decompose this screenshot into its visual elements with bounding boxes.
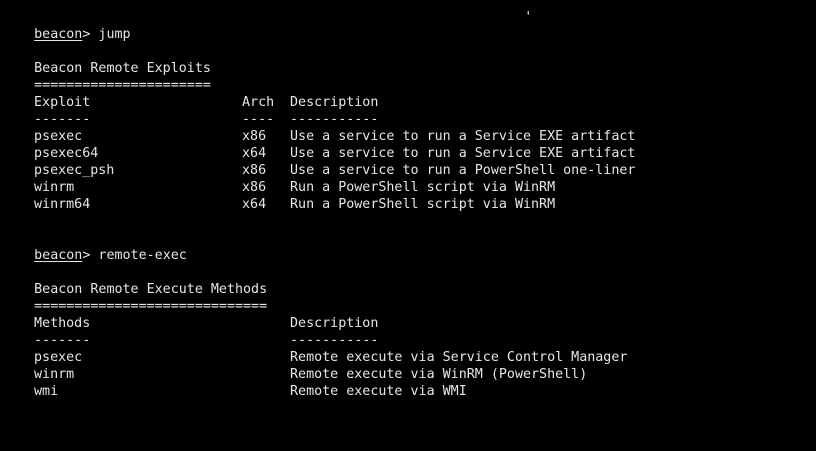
exploit-arch: x86 <box>242 129 267 144</box>
method-name: winrm <box>34 367 75 382</box>
rule-methods: ------- <box>34 333 91 348</box>
method-description: Remote execute via WinRM (PowerShell) <box>290 367 588 382</box>
table-row: winrm64 x64 Run a PowerShell script via … <box>2 196 814 213</box>
method-name: psexec <box>34 350 83 365</box>
method-description: Remote execute via Service Control Manag… <box>290 350 628 365</box>
exploit-description: Use a service to run a Service EXE artif… <box>290 129 636 144</box>
rule-description: ----------- <box>290 112 379 127</box>
section-title-exploits: Beacon Remote Exploits <box>2 43 814 76</box>
exploit-arch: x64 <box>242 146 267 161</box>
exploit-description: Run a PowerShell script via WinRM <box>290 197 556 212</box>
rule-description: ----------- <box>290 333 379 348</box>
section-title-methods: Beacon Remote Execute Methods <box>2 264 814 297</box>
method-name: wmi <box>34 384 59 399</box>
header-exploit: Exploit <box>34 95 91 110</box>
header-arch: Arch <box>242 95 275 110</box>
command-line-remote-exec: beacon> remote-exec <box>2 230 814 263</box>
table-row: wmi Remote execute via WMI <box>2 383 814 400</box>
table-row: psexec_psh x86 Use a service to run a Po… <box>2 162 814 179</box>
terminal-output[interactable]: ' beacon> jump Beacon Remote Exploits ==… <box>2 0 814 400</box>
exploit-name: psexec_psh <box>34 163 115 178</box>
table-row: psexec x86 Use a service to run a Servic… <box>2 128 814 145</box>
header-methods: Methods <box>34 316 91 331</box>
header-description: Description <box>290 316 379 331</box>
table-header-methods: Methods Description <box>2 315 814 332</box>
clipped-previous-line: ' <box>2 0 814 25</box>
exploit-name: psexec64 <box>34 146 99 161</box>
table-header-exploits: Exploit Arch Description <box>2 94 814 111</box>
exploit-name: winrm64 <box>34 197 91 212</box>
table-header-rule-exploits: ------- ---- ----------- <box>2 111 814 128</box>
exploit-name: psexec <box>34 129 83 144</box>
exploit-arch: x86 <box>242 180 267 195</box>
table-header-rule-methods: ------- ----------- <box>2 332 814 349</box>
section-rule-methods: ============================= <box>2 281 814 314</box>
table-row: winrm x86 Run a PowerShell script via Wi… <box>2 179 814 196</box>
exploit-arch: x64 <box>242 197 267 212</box>
rule-exploit: ------- <box>34 112 91 127</box>
exploit-description: Use a service to run a PowerShell one-li… <box>290 163 636 178</box>
table-row: psexec64 x64 Use a service to run a Serv… <box>2 145 814 162</box>
table-row: psexec Remote execute via Service Contro… <box>2 349 814 366</box>
exploit-name: winrm <box>34 180 75 195</box>
header-description: Description <box>290 95 379 110</box>
table-row: winrm Remote execute via WinRM (PowerShe… <box>2 366 814 383</box>
command-line-jump: beacon> jump <box>2 9 814 42</box>
exploit-description: Use a service to run a Service EXE artif… <box>290 146 636 161</box>
exploit-arch: x86 <box>242 163 267 178</box>
section-rule-exploits: ====================== <box>2 60 814 93</box>
method-description: Remote execute via WMI <box>290 384 467 399</box>
exploit-description: Run a PowerShell script via WinRM <box>290 180 556 195</box>
rule-arch: ---- <box>242 112 275 127</box>
